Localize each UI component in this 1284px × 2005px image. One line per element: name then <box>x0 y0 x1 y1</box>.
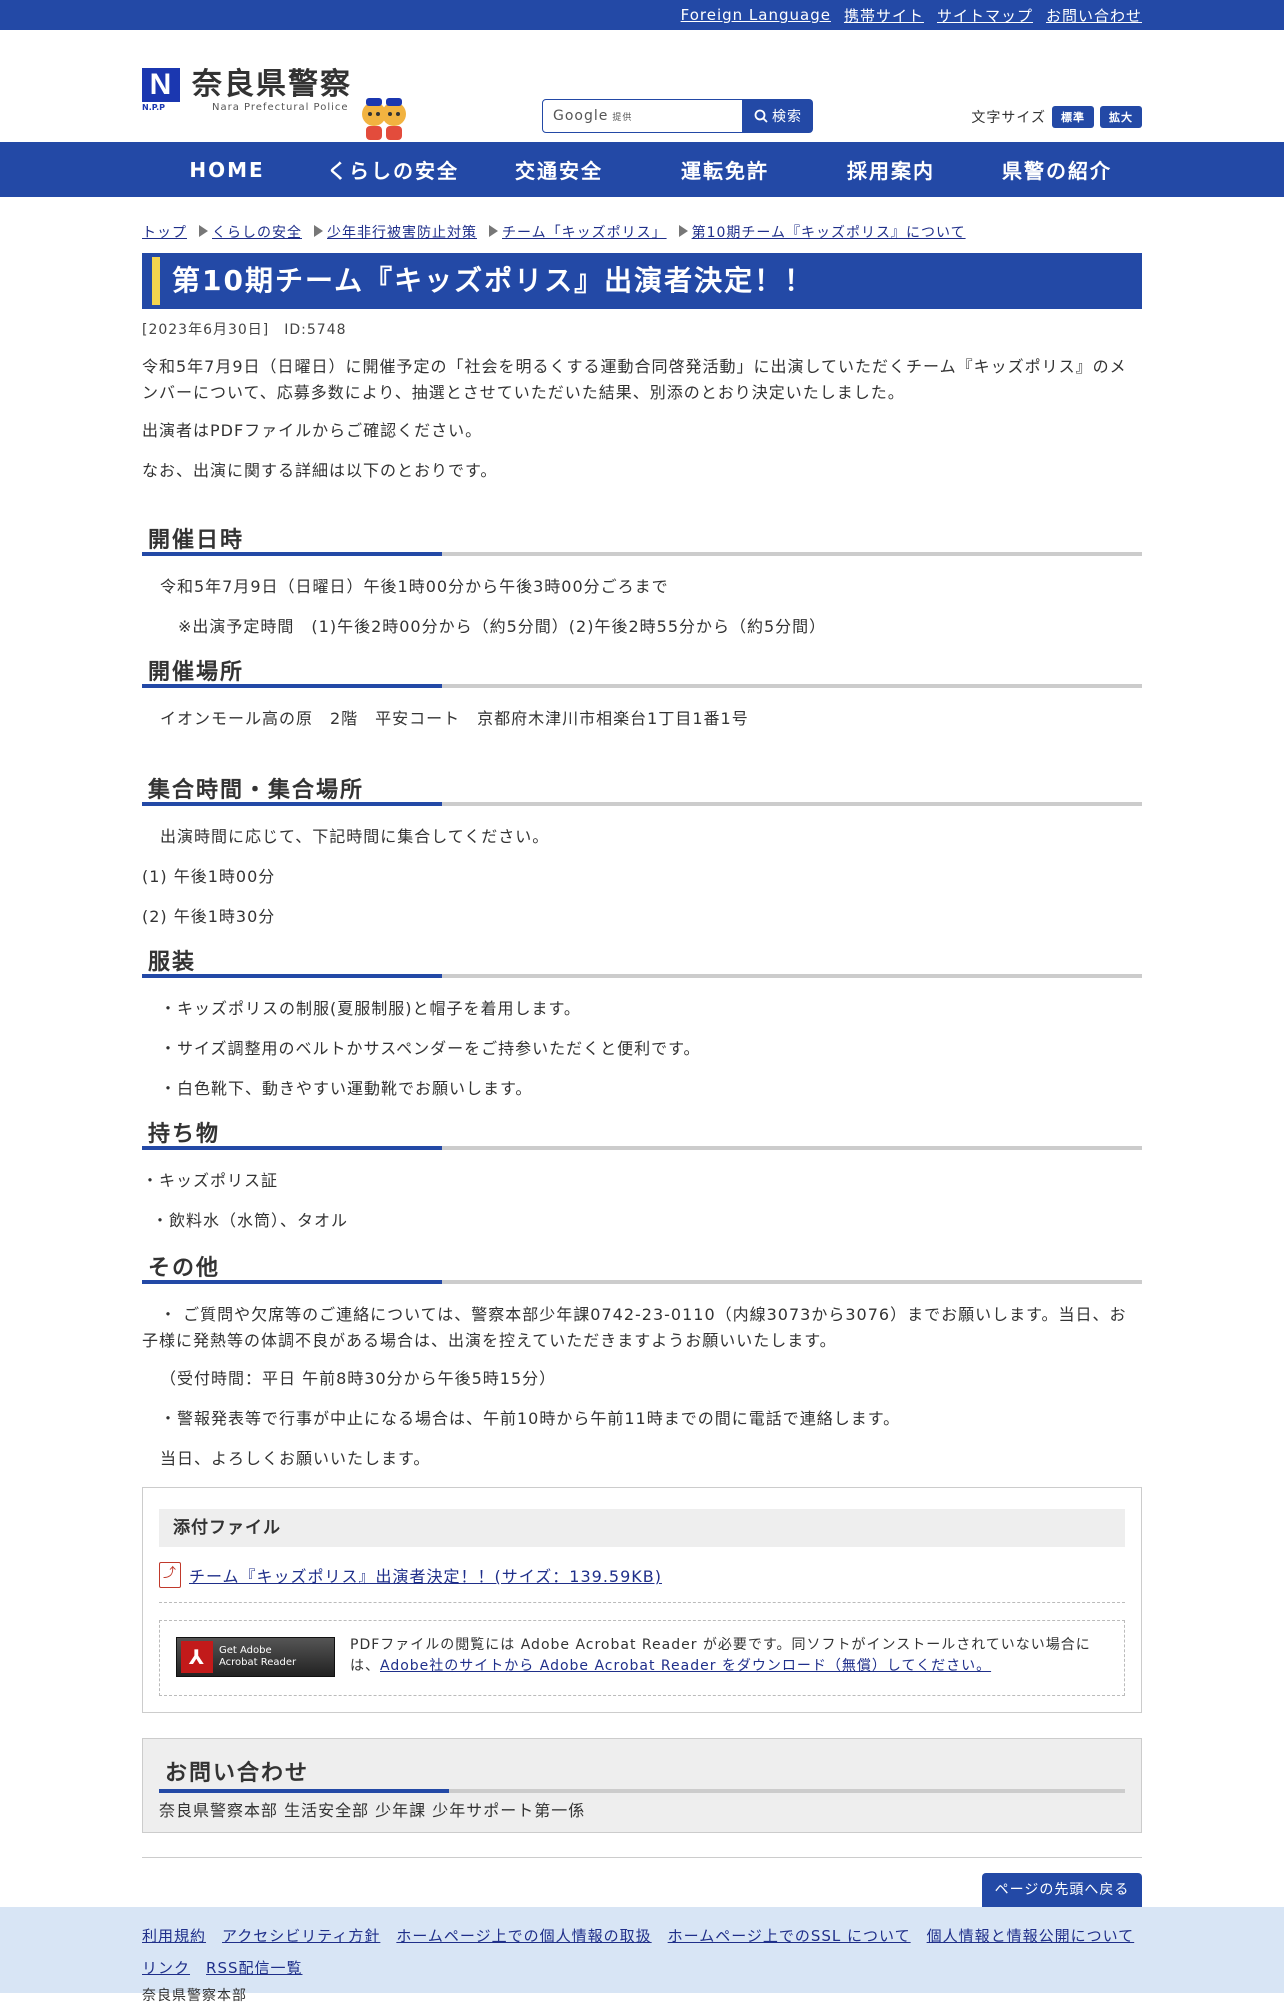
site-subtitle: Nara Prefectural Police <box>212 102 349 113</box>
pdf-attachment-link[interactable]: チーム『キッズポリス』出演者決定！！(サイズ：139.59KB) <box>189 1563 662 1587</box>
nav-home[interactable]: HOME <box>144 158 310 182</box>
adobe-reader-notice: ⅄ Get Adobe Acrobat Reader PDFファイルの閲覧には … <box>159 1620 1125 1696</box>
npp-logo-icon: N N.P.P <box>142 68 182 114</box>
section-attire-item: ・キッズポリスの制服(夏服制服)と帽子を着用します。 <box>160 999 581 1018</box>
site-title: 奈良県警察 <box>192 67 352 102</box>
breadcrumb: トップ くらしの安全 少年非行被害防止対策 チーム「キッズポリス」 第10期チー… <box>142 222 1142 242</box>
breadcrumb-arrow-icon <box>489 225 498 237</box>
nav-traffic-safety[interactable]: 交通安全 <box>476 155 642 184</box>
global-nav: HOME くらしの安全 交通安全 運転免許 採用案内 県警の紹介 <box>0 142 1284 197</box>
section-other-hours: （受付時間：平日 午前8時30分から午後5時15分） <box>160 1369 557 1388</box>
sitemap-link[interactable]: サイトマップ <box>937 5 1033 26</box>
breadcrumb-living-safety[interactable]: くらしの安全 <box>212 225 302 241</box>
font-size-label: 文字サイズ <box>971 110 1046 126</box>
section-belongings-item: ・キッズポリス証 <box>142 1171 279 1190</box>
footer-link-accessibility[interactable]: アクセシビリティ方針 <box>222 1925 380 1946</box>
section-other-text: ・ ご質問や欠席等のご連絡については、警察本部少年課0742-23-0110（内… <box>142 1305 1127 1350</box>
contact-department: 奈良県警察本部 生活安全部 少年課 少年サポート第一係 <box>159 1801 586 1820</box>
breadcrumb-juvenile[interactable]: 少年非行被害防止対策 <box>327 225 477 241</box>
nav-living-safety[interactable]: くらしの安全 <box>310 155 476 184</box>
adobe-acrobat-icon: ⅄ <box>181 1641 213 1673</box>
search-input[interactable]: Google 提供 <box>542 99 743 133</box>
breadcrumb-current[interactable]: 第10期チーム『キッズポリス』について <box>692 225 966 241</box>
footer-link-privacy[interactable]: ホームページ上での個人情報の取扱 <box>396 1925 651 1946</box>
section-heading-date: 開催日時 <box>142 522 1142 556</box>
search-icon <box>754 109 768 123</box>
section-date-text: 令和5年7月9日（日曜日）午後1時00分から午後3時00分ごろまで <box>160 577 669 596</box>
nav-recruitment[interactable]: 採用案内 <box>808 155 974 184</box>
section-belongings-item: ・飲料水（水筒）、タオル <box>152 1211 349 1230</box>
section-attire-item: ・サイズ調整用のベルトかサスペンダーをご持参いただくと便利です。 <box>160 1039 701 1058</box>
page-title: 第10期チーム『キッズポリス』出演者決定！！ <box>172 264 815 297</box>
footer-link-ssl[interactable]: ホームページ上でのSSL について <box>668 1925 911 1946</box>
breadcrumb-arrow-icon <box>678 225 688 237</box>
breadcrumb-arrow-icon <box>199 225 208 237</box>
section-attire-item: ・白色靴下、動きやすい運動靴でお願いします。 <box>160 1079 533 1098</box>
mascot-icon <box>362 98 406 140</box>
site-header: N N.P.P 奈良県警察 Nara Prefectural Police Go… <box>0 30 1284 142</box>
contact-box: お問い合わせ 奈良県警察本部 生活安全部 少年課 少年サポート第一係 <box>142 1738 1142 1833</box>
get-adobe-reader-button[interactable]: ⅄ Get Adobe Acrobat Reader <box>176 1637 335 1677</box>
footer-links: 利用規約 アクセシビリティ方針 ホームページ上での個人情報の取扱 ホームページ上… <box>142 1925 1142 1978</box>
divider <box>159 1789 1125 1793</box>
section-venue-text: イオンモール高の原 2階 平安コート 京都府木津川市相楽台1丁目1番1号 <box>160 709 749 728</box>
back-to-top-button[interactable]: ページの先頭へ戻る <box>982 1873 1142 1907</box>
section-heading-meeting: 集合時間・集合場所 <box>142 772 1142 806</box>
mobile-site-link[interactable]: 携帯サイト <box>844 5 924 26</box>
divider <box>159 1602 1125 1603</box>
section-date-note: ※出演予定時間 (1)午後2時00分から（約5分間）(2)午後2時55分から（約… <box>178 617 827 636</box>
utility-bar: Foreign Language 携帯サイト サイトマップ お問い合わせ <box>0 0 1284 30</box>
attachments-box: 添付ファイル ⤴ チーム『キッズポリス』出演者決定！！(サイズ：139.59KB… <box>142 1487 1142 1713</box>
contact-heading: お問い合わせ <box>165 1761 310 1786</box>
divider <box>142 1857 1142 1858</box>
section-heading-belongings: 持ち物 <box>142 1116 1142 1150</box>
adobe-notice-text: PDFファイルの閲覧には Adobe Acrobat Reader が必要です。… <box>350 1637 1091 1674</box>
section-heading-other: その他 <box>142 1250 1142 1284</box>
nav-drivers-license[interactable]: 運転免許 <box>642 155 808 184</box>
section-heading-venue: 開催場所 <box>142 654 1142 688</box>
contact-link[interactable]: お問い合わせ <box>1046 5 1142 26</box>
footer-link-disclosure[interactable]: 個人情報と情報公開について <box>927 1925 1135 1946</box>
font-size-normal-button[interactable]: 標準 <box>1052 106 1094 128</box>
footer-link-links[interactable]: リンク <box>142 1957 190 1978</box>
breadcrumb-kids-police[interactable]: チーム「キッズポリス」 <box>502 225 667 241</box>
article-meta: [2023年6月30日] ID:5748 <box>142 322 347 338</box>
breadcrumb-top[interactable]: トップ <box>142 225 187 241</box>
breadcrumb-arrow-icon <box>314 225 323 237</box>
nav-about-police[interactable]: 県警の紹介 <box>974 155 1140 184</box>
section-heading-attire: 服装 <box>142 944 1142 978</box>
footer-link-terms[interactable]: 利用規約 <box>142 1925 206 1946</box>
intro-paragraph-2: 出演者はPDFファイルからご確認ください。 <box>142 421 483 440</box>
site-footer: 利用規約 アクセシビリティ方針 ホームページ上での個人情報の取扱 ホームページ上… <box>0 1907 1284 2004</box>
section-meeting-time-2: (2) 午後1時30分 <box>142 907 276 926</box>
attachments-heading: 添付ファイル <box>159 1509 1125 1547</box>
search-button[interactable]: 検索 <box>743 99 813 133</box>
footer-organization: 奈良県警察本部 <box>142 1988 247 2004</box>
site-search: Google 提供 検索 <box>542 99 813 133</box>
section-meeting-time-1: (1) 午後1時00分 <box>142 867 276 886</box>
section-other-closing: 当日、よろしくお願いいたします。 <box>160 1449 431 1468</box>
intro-paragraph-1: 令和5年7月9日（日曜日）に開催予定の「社会を明るくする運動合同啓発活動」に出演… <box>142 357 1127 402</box>
page-title-bar: 第10期チーム『キッズポリス』出演者決定！！ <box>142 253 1142 309</box>
font-size-large-button[interactable]: 拡大 <box>1100 106 1142 128</box>
font-size-control: 文字サイズ 標準 拡大 <box>971 106 1142 128</box>
pdf-icon: ⤴ <box>159 1562 181 1588</box>
section-other-cancel: ・警報発表等で行事が中止になる場合は、午前10時から午前11時までの間に電話で連… <box>160 1409 901 1428</box>
site-logo[interactable]: N N.P.P 奈良県警察 Nara Prefectural Police <box>142 68 352 114</box>
foreign-language-link[interactable]: Foreign Language <box>681 6 831 24</box>
adobe-download-link[interactable]: Adobe社のサイトから Adobe Acrobat Reader をダウンロー… <box>380 1658 991 1674</box>
section-meeting-text: 出演時間に応じて、下記時間に集合してください。 <box>160 827 550 846</box>
footer-link-rss[interactable]: RSS配信一覧 <box>206 1957 302 1978</box>
intro-paragraph-3: なお、出演に関する詳細は以下のとおりです。 <box>142 461 498 480</box>
